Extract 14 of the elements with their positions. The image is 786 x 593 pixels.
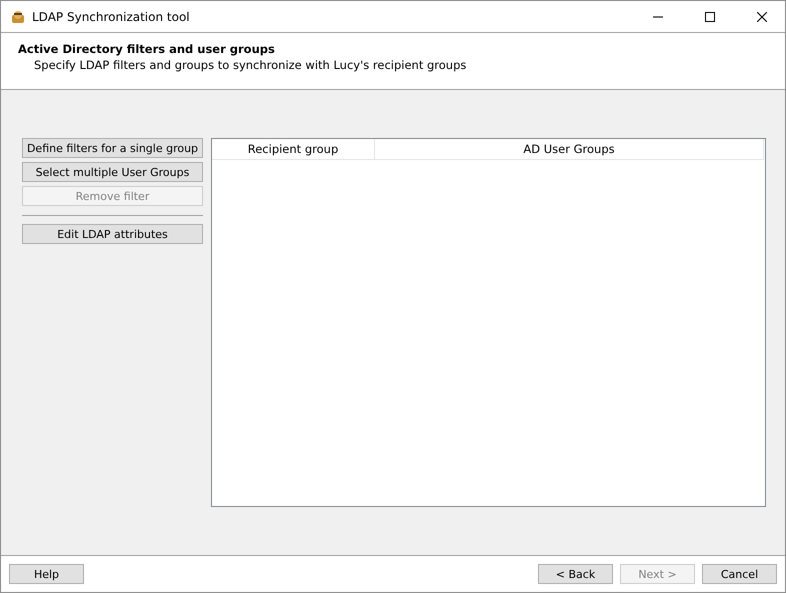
wizard-button[interactable]: Cancel <box>702 564 777 584</box>
maximize-icon <box>705 12 715 22</box>
help-button[interactable]: Help <box>9 564 84 584</box>
action-button[interactable]: Define filters for a single group <box>22 138 203 158</box>
page-title: Active Directory filters and user groups <box>18 42 276 56</box>
wizard-button[interactable]: < Back <box>538 564 613 584</box>
action-button[interactable]: Select multiple User Groups <box>22 162 203 182</box>
column-header[interactable]: AD User Groups <box>375 139 764 159</box>
column-header[interactable]: Recipient group <box>212 139 375 159</box>
close-icon <box>757 12 767 22</box>
edit-attributes-button[interactable]: Edit LDAP attributes <box>22 224 203 244</box>
app-icon <box>10 8 26 24</box>
page-subtitle: Specify LDAP filters and groups to synchronize with Lucy's recipient groups <box>33 58 468 72</box>
window-title: LDAP Synchronization tool <box>32 10 191 24</box>
